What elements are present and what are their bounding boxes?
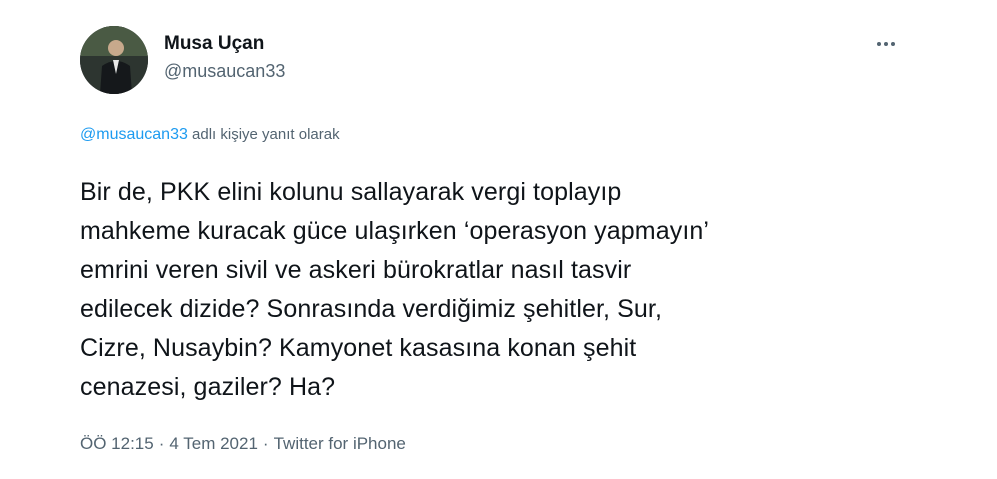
avatar[interactable] xyxy=(80,26,148,94)
separator: · xyxy=(158,434,165,453)
tweet-time[interactable]: ÖÖ 12:15 xyxy=(80,434,154,453)
more-horizontal-icon xyxy=(877,42,895,46)
more-button[interactable] xyxy=(870,32,902,56)
reply-mention-link[interactable]: @musaucan33 xyxy=(80,126,188,143)
tweet-text-line: emrini veren sivil ve askeri bürokratlar… xyxy=(80,256,632,284)
separator: · xyxy=(262,434,269,453)
user-handle[interactable]: @musaucan33 xyxy=(164,61,285,82)
tweet-text-line: cenazesi, gaziler? Ha? xyxy=(80,373,336,401)
tweet-metadata: ÖÖ 12:15 · 4 Tem 2021 · Twitter for iPhone xyxy=(80,434,406,454)
reply-context: @musaucan33 adlı kişiye yanıt olarak xyxy=(80,126,340,144)
tweet-text-line: mahkeme kuracak güce ulaşırken ‘operasyo… xyxy=(80,217,710,245)
tweet-date[interactable]: 4 Tem 2021 xyxy=(169,434,258,453)
tweet: Musa Uçan @musaucan33 @musaucan33 adlı k… xyxy=(0,0,997,479)
display-name[interactable]: Musa Uçan xyxy=(164,33,264,55)
reply-context-text: adlı kişiye yanıt olarak xyxy=(187,126,340,143)
tweet-text-line: edilecek dizide? Sonrasında verdiğimiz ş… xyxy=(80,295,662,323)
tweet-text-line: Cizre, Nusaybin? Kamyonet kasasına konan… xyxy=(80,334,637,362)
avatar-image xyxy=(80,26,148,94)
tweet-source-link[interactable]: Twitter for iPhone xyxy=(274,434,406,453)
tweet-text: Bir de, PKK elini kolunu sallayarak verg… xyxy=(80,173,900,407)
tweet-text-line: Bir de, PKK elini kolunu sallayarak verg… xyxy=(80,178,622,206)
